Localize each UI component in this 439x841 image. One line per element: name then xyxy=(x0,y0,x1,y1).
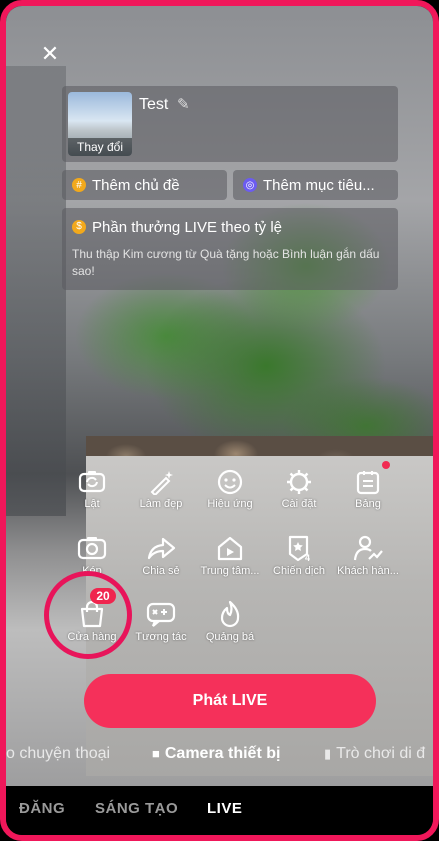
settings-gear-icon xyxy=(287,470,311,494)
background-wall xyxy=(6,66,66,516)
reward-title: Phần thưởng LIVE theo tỷ lệ xyxy=(92,219,282,236)
tool-label: Hiệu ứng xyxy=(207,498,253,510)
tool-board[interactable]: Bảng xyxy=(333,469,403,510)
promote-flame-icon xyxy=(220,600,240,628)
tool-share[interactable]: Chia sẻ xyxy=(126,534,196,577)
live-rewards-panel[interactable]: $ Phần thưởng LIVE theo tỷ lệ Thu thập K… xyxy=(62,208,398,290)
close-icon[interactable]: ✕ xyxy=(40,43,60,65)
phone-frame: ✕ Thay đổi Test ✎ # Thêm chủ đề ◎ Thêm m… xyxy=(0,0,439,841)
tool-interaction[interactable]: Tương tác xyxy=(126,600,196,643)
tool-customers[interactable]: Khách hàn... xyxy=(333,534,403,577)
camera-icon: ■ xyxy=(152,746,160,761)
add-topic-label: Thêm chủ đề xyxy=(92,176,180,194)
coin-icon: $ xyxy=(72,220,86,234)
tool-live-center[interactable]: Trung tâm... xyxy=(195,534,265,577)
shop-count-badge: 20 xyxy=(90,588,116,604)
svg-text:4: 4 xyxy=(305,553,310,562)
live-title-panel: Thay đổi Test ✎ xyxy=(62,86,398,162)
flip-camera-icon xyxy=(78,471,106,493)
tool-settings[interactable]: Cài đặt xyxy=(264,469,334,510)
tool-effects[interactable]: Hiệu ứng xyxy=(195,469,265,510)
dual-camera-icon xyxy=(77,537,107,560)
share-arrow-icon xyxy=(147,537,176,560)
center-house-icon xyxy=(217,536,243,561)
tool-flip[interactable]: Lật xyxy=(57,469,127,510)
live-title-text[interactable]: Test xyxy=(139,96,168,114)
hashtag-icon: # xyxy=(72,178,86,192)
reward-description: Thu thập Kim cương từ Quà tặng hoặc Bình… xyxy=(72,247,380,278)
mode-device-camera[interactable]: ■ Camera thiết bị xyxy=(152,745,280,763)
mode-mobile-game[interactable]: ▮ Trò chơi di đ xyxy=(324,745,425,763)
add-topic-button[interactable]: # Thêm chủ đề xyxy=(62,170,227,200)
tab-create[interactable]: SÁNG TẠO xyxy=(95,800,178,817)
tool-promote[interactable]: Quảng bá xyxy=(195,600,265,643)
effects-smiley-icon xyxy=(217,469,243,495)
tool-label: Chiến dịch xyxy=(273,565,325,577)
interaction-icon xyxy=(146,602,176,627)
tab-post[interactable]: ĐĂNG xyxy=(19,800,65,817)
mode-selector: o chuyện thoại ■ Camera thiết bị ▮ Trò chơ… xyxy=(6,739,433,769)
tool-label: Khách hàn... xyxy=(337,565,399,577)
edit-pencil-icon[interactable]: ✎ xyxy=(177,95,190,113)
highlight-ring xyxy=(44,571,132,659)
tool-campaign[interactable]: 4 Chiến dịch xyxy=(264,534,334,577)
beauty-wand-icon xyxy=(150,471,173,495)
notification-dot xyxy=(382,461,390,469)
tool-label: Lật xyxy=(84,498,100,510)
customer-person-icon xyxy=(353,535,383,561)
tool-label: Chia sẻ xyxy=(142,565,180,577)
tab-live[interactable]: LIVE xyxy=(207,800,242,817)
tool-label: Bảng xyxy=(355,498,381,510)
phone-icon: ▮ xyxy=(324,746,332,761)
tool-label: Cài đặt xyxy=(281,498,317,510)
add-goal-button[interactable]: ◎ Thêm mục tiêu... xyxy=(233,170,398,200)
cover-thumbnail[interactable]: Thay đổi xyxy=(68,92,132,156)
add-goal-label: Thêm mục tiêu... xyxy=(263,176,375,194)
mode-voice-chat[interactable]: o chuyện thoại xyxy=(6,745,110,763)
tool-label: Quảng bá xyxy=(205,631,255,643)
change-cover-label: Thay đổi xyxy=(68,138,132,156)
go-live-button[interactable]: Phát LIVE xyxy=(84,674,376,728)
tool-label: Trung tâm... xyxy=(200,565,260,577)
tool-label: Tương tác xyxy=(135,631,187,643)
bottom-tab-bar: ĐĂNG SÁNG TẠO LIVE xyxy=(6,786,433,835)
tool-label: Làm đẹp xyxy=(139,498,183,510)
goal-target-icon: ◎ xyxy=(243,178,257,192)
board-icon xyxy=(356,471,380,495)
campaign-flag-icon: 4 xyxy=(288,535,310,562)
tool-beauty[interactable]: Làm đẹp xyxy=(126,469,196,510)
